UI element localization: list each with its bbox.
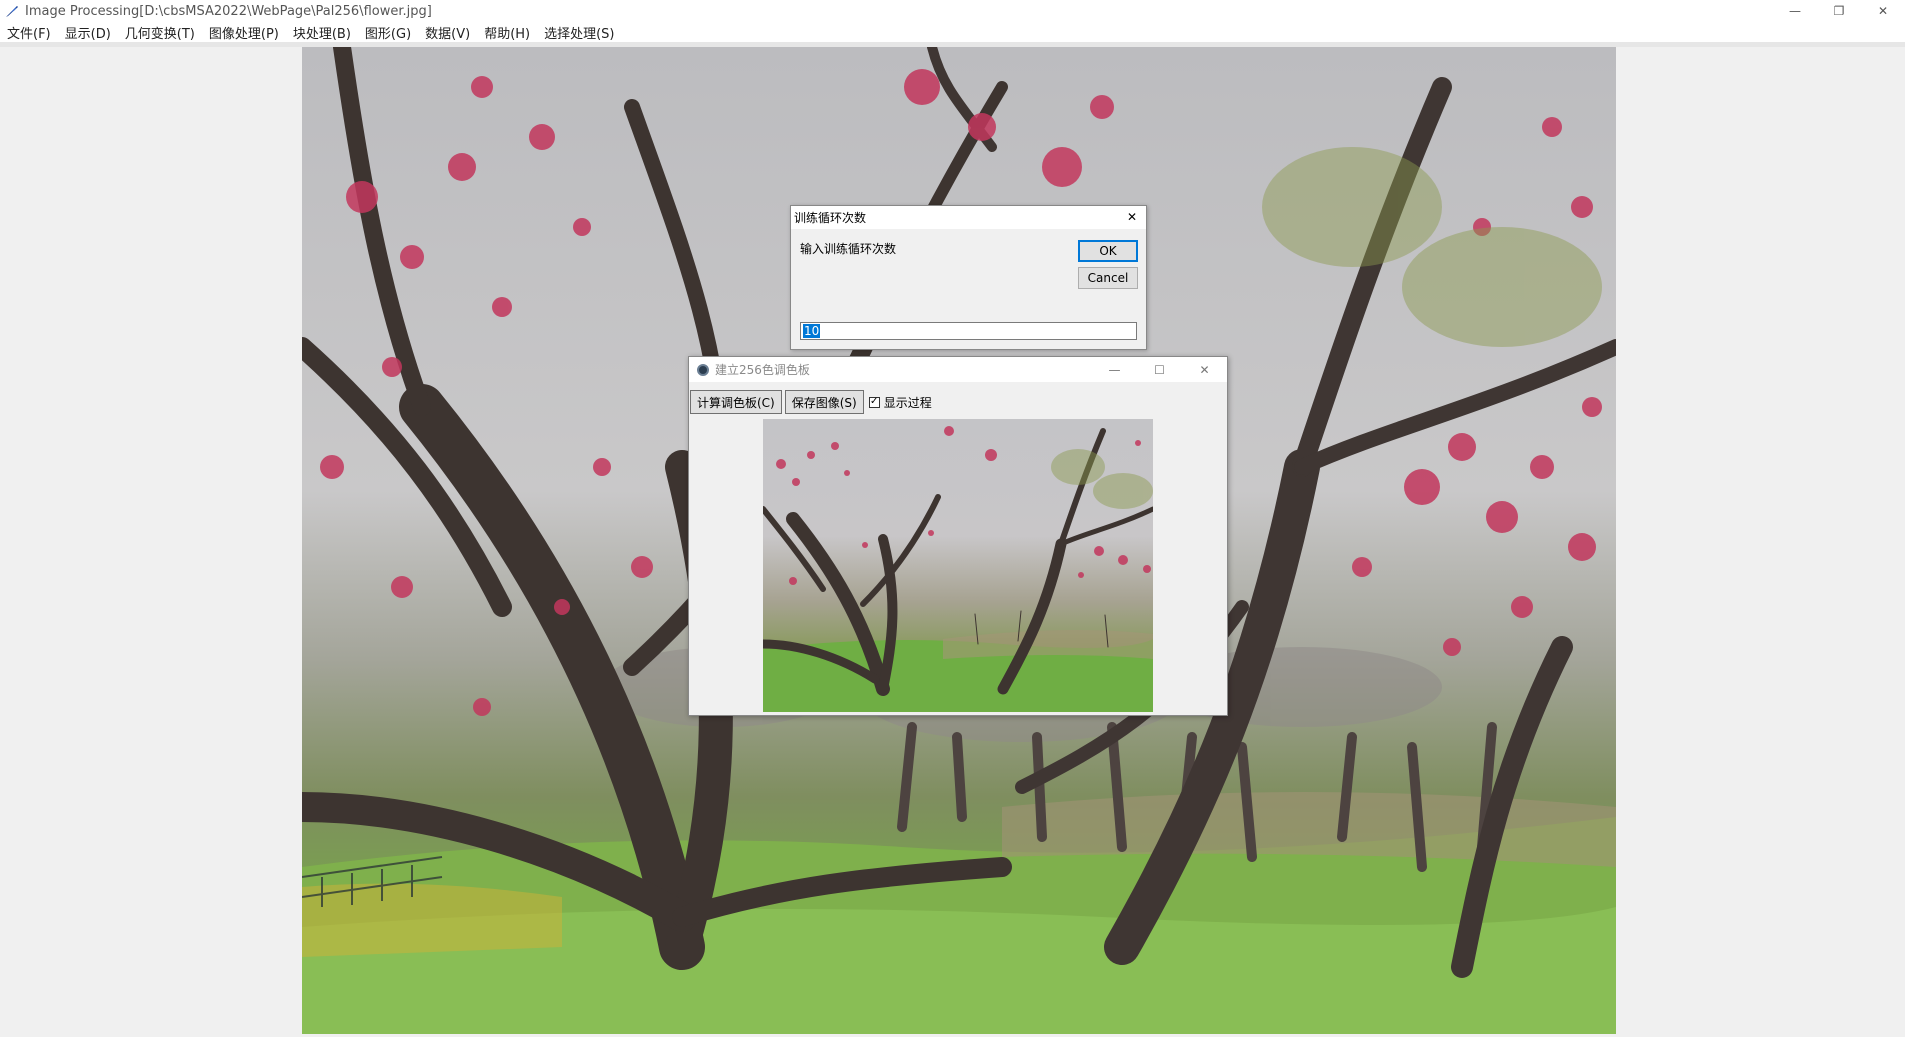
save-image-button[interactable]: 保存图像(S) — [784, 390, 864, 414]
loops-input[interactable]: 10 — [800, 322, 1137, 340]
maximize-button[interactable]: ☐ — [1137, 357, 1182, 382]
menu-bar: 文件(F) 显示(D) 几何变换(T) 图像处理(P) 块处理(B) 图形(G)… — [0, 22, 1905, 42]
cancel-button[interactable]: Cancel — [1078, 267, 1138, 289]
menu-image-processing[interactable]: 图像处理(P) — [202, 23, 286, 42]
title-bar: Image Processing[D:\cbsMSA2022\WebPage\P… — [0, 0, 1905, 22]
show-process-label: 显示过程 — [883, 395, 932, 410]
palette-window-controls: — ☐ ✕ — [1092, 357, 1227, 382]
compute-palette-button[interactable]: 计算调色板(C) — [690, 390, 782, 414]
menu-data[interactable]: 数据(V) — [418, 23, 477, 42]
loops-input-value: 10 — [803, 324, 821, 338]
app-icon — [697, 363, 709, 376]
menu-graphics[interactable]: 图形(G) — [358, 23, 418, 42]
checkbox-check-icon: ✓ — [868, 396, 880, 408]
training-loops-dialog: 训练循环次数 ✕ 输入训练循环次数 OK Cancel 10 — [790, 205, 1147, 350]
menu-geometry[interactable]: 几何变换(T) — [118, 23, 202, 42]
menu-help[interactable]: 帮助(H) — [477, 23, 537, 42]
dialog-title-bar: 训练循环次数 — [791, 206, 1146, 229]
menu-select-processing[interactable]: 选择处理(S) — [537, 23, 621, 42]
palette-title: 建立256色调色板 — [715, 363, 810, 377]
loops-prompt: 输入训练循环次数 — [800, 242, 897, 256]
close-button[interactable]: ✕ — [1861, 0, 1905, 22]
minimize-button[interactable]: — — [1092, 357, 1137, 382]
menu-block-processing[interactable]: 块处理(B) — [286, 23, 358, 42]
dialog-title: 训练循环次数 — [794, 211, 867, 225]
ok-button[interactable]: OK — [1078, 240, 1138, 262]
close-icon[interactable]: ✕ — [1124, 209, 1140, 225]
close-button[interactable]: ✕ — [1182, 357, 1227, 382]
restore-button[interactable]: ❐ — [1817, 0, 1861, 22]
palette-toolbar: 计算调色板(C) 保存图像(S) ✓ 显示过程 — [689, 390, 932, 414]
palette-dialog: 建立256色调色板 — ☐ ✕ 计算调色板(C) 保存图像(S) ✓ 显示过程 — [688, 356, 1228, 716]
minimize-button[interactable]: — — [1773, 0, 1817, 22]
preview-image — [763, 419, 1153, 712]
feather-pen-icon — [4, 3, 20, 19]
flower-thumbnail — [763, 426, 1153, 712]
window-title: Image Processing[D:\cbsMSA2022\WebPage\P… — [25, 3, 432, 19]
window-controls: — ❐ ✕ — [1773, 0, 1905, 22]
show-process-checkbox[interactable]: ✓ 显示过程 — [868, 394, 932, 411]
menu-display[interactable]: 显示(D) — [58, 23, 118, 42]
menu-file[interactable]: 文件(F) — [0, 23, 58, 42]
